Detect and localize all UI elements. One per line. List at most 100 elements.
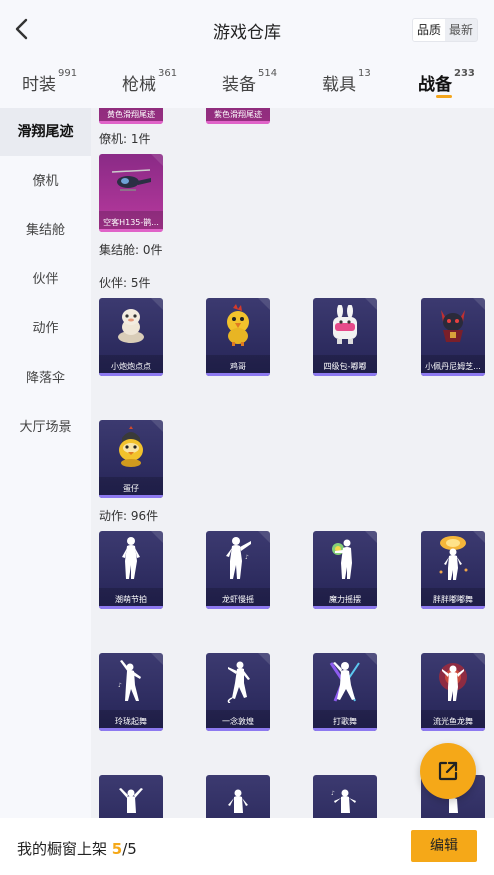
- item-name: 魔力摇摆: [329, 595, 361, 604]
- tab-label: 载具: [322, 75, 356, 95]
- item-card[interactable]: 魔力摇摆: [313, 531, 377, 609]
- item-card[interactable]: [206, 775, 270, 818]
- svg-text:♪: ♪: [118, 682, 122, 689]
- section-title-emote: 动作: 96件: [99, 509, 159, 523]
- item-card[interactable]: 黄色滑翔尾迹: [99, 108, 163, 124]
- tab-label: 时装: [22, 75, 56, 95]
- rarity-bar: [99, 728, 163, 731]
- showcase-status: 我的橱窗上架 5/5: [17, 838, 137, 859]
- tab-guns[interactable]: 枪械361: [122, 68, 178, 95]
- sidebar: 滑翔尾迹 僚机 集结舱 伙伴 动作 降落伞 大厅场景: [0, 108, 91, 818]
- tab-fashion[interactable]: 时装991: [22, 68, 78, 95]
- svg-text:♪: ♪: [245, 554, 249, 561]
- svg-text:♪: ♪: [331, 790, 335, 797]
- share-external-icon: [438, 761, 458, 781]
- item-name: 紫色滑翔尾迹: [214, 110, 262, 119]
- sidebar-item-companion[interactable]: 伙伴: [0, 256, 91, 304]
- item-card[interactable]: 潮萌节拍: [99, 531, 163, 609]
- item-card[interactable]: 紫色滑翔尾迹: [206, 108, 270, 124]
- showcase-footer: 我的橱窗上架 5/5 编辑: [0, 818, 494, 875]
- item-name: 一念敦煌: [222, 717, 254, 726]
- tab-vehicles[interactable]: 载具13: [322, 68, 371, 95]
- tab-equipment[interactable]: 装备514: [222, 68, 278, 95]
- item-card[interactable]: ♪ 龙虾慢摇: [206, 531, 270, 609]
- item-name: 鸡哥: [230, 362, 246, 371]
- egg-companion-icon: [99, 420, 163, 474]
- sort-toggle: 品质 最新: [411, 18, 478, 42]
- tab-count: 361: [158, 68, 178, 79]
- snake-companion-icon: [99, 298, 163, 352]
- rarity-bar: [206, 373, 270, 376]
- dance-figure-icon: [206, 653, 270, 707]
- category-tabs: 时装991 枪械361 装备514 载具13 战备233: [0, 60, 494, 108]
- item-card[interactable]: 小佩丹尼姆芝...: [421, 298, 485, 376]
- section-title-wingman: 僚机: 1件: [99, 132, 151, 146]
- dance-figure-icon: [99, 531, 163, 585]
- tab-count: 514: [258, 68, 278, 79]
- item-name: 打歌舞: [333, 717, 357, 726]
- showcase-current-count: 5: [111, 840, 123, 858]
- rarity-bar: [206, 121, 270, 124]
- sidebar-item-glide-trail[interactable]: 滑翔尾迹: [0, 108, 91, 156]
- item-card[interactable]: 一念敦煌: [206, 653, 270, 731]
- item-grid: 黄色滑翔尾迹 紫色滑翔尾迹 僚机: 1件 空客H135-鹊... 集结舱: 0件…: [91, 108, 494, 818]
- tab-battle-gear[interactable]: 战备233: [418, 68, 475, 95]
- rarity-bar: [421, 728, 485, 731]
- item-card[interactable]: 打歌舞: [313, 653, 377, 731]
- dance-figure-icon: ♪: [206, 531, 270, 585]
- sidebar-item-emote[interactable]: 动作: [0, 305, 91, 353]
- dance-figure-icon: [421, 531, 485, 585]
- robot-companion-icon: [421, 298, 485, 352]
- active-tab-indicator: [436, 95, 452, 98]
- dance-figure-icon: [421, 653, 485, 707]
- dance-figure-icon: [313, 653, 377, 707]
- item-card[interactable]: 空客H135-鹊...: [99, 154, 163, 232]
- helicopter-icon: [99, 154, 163, 208]
- item-name: 流光鱼龙舞: [433, 717, 473, 726]
- tab-label: 枪械: [122, 75, 156, 95]
- sort-quality-option[interactable]: 品质: [412, 19, 445, 41]
- item-card[interactable]: 小炮炮点点: [99, 298, 163, 376]
- edit-button[interactable]: 编辑: [411, 830, 477, 862]
- item-card[interactable]: ♪ 玲珑起舞: [99, 653, 163, 731]
- item-name: 空客H135-鹊...: [103, 218, 159, 227]
- rarity-bar: [99, 606, 163, 609]
- item-card[interactable]: [99, 775, 163, 818]
- item-card[interactable]: 蛋仔: [99, 420, 163, 498]
- dance-figure-icon: [206, 775, 270, 818]
- backpack-companion-icon: [313, 298, 377, 352]
- item-name: 小佩丹尼姆芝...: [425, 362, 481, 371]
- tab-count: 991: [58, 68, 78, 79]
- rarity-bar: [99, 495, 163, 498]
- item-name: 龙虾慢摇: [222, 595, 254, 604]
- dance-figure-icon: [313, 531, 377, 585]
- tab-count: 233: [454, 68, 475, 79]
- item-name: 四级包-嘟嘟: [323, 362, 367, 371]
- sidebar-item-parachute[interactable]: 降落伞: [0, 355, 91, 403]
- sidebar-item-lobby-scene[interactable]: 大厅场景: [0, 404, 91, 452]
- item-card[interactable]: ♪: [313, 775, 377, 818]
- showcase-label: 我的橱窗上架: [17, 840, 108, 858]
- rarity-bar: [99, 229, 163, 232]
- sidebar-item-capsule[interactable]: 集结舱: [0, 207, 91, 255]
- rarity-bar: [313, 606, 377, 609]
- chicken-companion-icon: [206, 298, 270, 352]
- item-name: 小炮炮点点: [111, 362, 151, 371]
- rarity-bar: [313, 728, 377, 731]
- item-card[interactable]: 鸡哥: [206, 298, 270, 376]
- rarity-bar: [99, 121, 163, 124]
- tab-count: 13: [358, 68, 371, 79]
- share-button[interactable]: [420, 743, 476, 799]
- item-name: 蛋仔: [123, 484, 139, 493]
- sidebar-item-wingman[interactable]: 僚机: [0, 158, 91, 206]
- item-name: 胖胖嘟嘟舞: [433, 595, 473, 604]
- rarity-bar: [421, 373, 485, 376]
- showcase-total-count: /5: [122, 840, 137, 858]
- header: 游戏仓库 品质 最新: [0, 0, 494, 60]
- sort-latest-option[interactable]: 最新: [445, 19, 477, 41]
- item-card[interactable]: 流光鱼龙舞: [421, 653, 485, 731]
- item-card[interactable]: 胖胖嘟嘟舞: [421, 531, 485, 609]
- item-card[interactable]: 四级包-嘟嘟: [313, 298, 377, 376]
- dance-figure-icon: ♪: [313, 775, 377, 818]
- tab-label: 装备: [222, 75, 256, 95]
